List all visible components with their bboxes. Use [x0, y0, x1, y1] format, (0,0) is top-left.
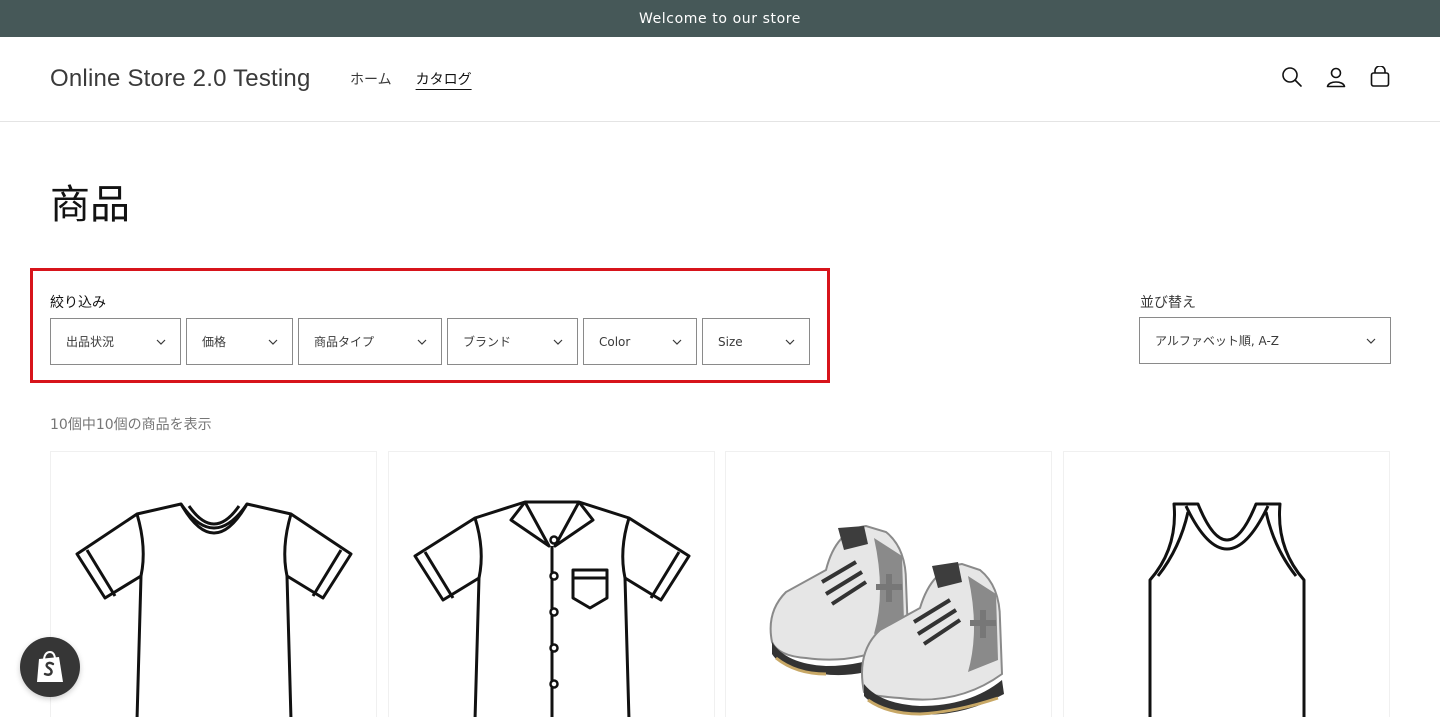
filter-price-label: 価格	[202, 335, 227, 349]
search-icon[interactable]	[1280, 65, 1304, 89]
nav-item-catalog[interactable]: カタログ	[416, 69, 472, 92]
filter-size[interactable]: Size	[702, 318, 810, 365]
filter-label: 絞り込み	[50, 295, 106, 311]
page-title: 商品	[50, 182, 130, 228]
sneakers-icon	[769, 524, 1004, 716]
chevron-down-icon	[417, 339, 427, 345]
filter-brand[interactable]: ブランド	[447, 318, 578, 365]
filter-availability[interactable]: 出品状況	[50, 318, 181, 365]
product-card[interactable]	[388, 451, 715, 717]
filter-color-label: Color	[599, 334, 631, 349]
product-card[interactable]	[725, 451, 1052, 717]
product-grid	[50, 451, 1390, 717]
chevron-down-icon	[156, 339, 166, 345]
shopify-bag-icon[interactable]	[20, 637, 80, 697]
v-neck-tshirt-icon	[75, 502, 353, 717]
sort-select[interactable]: アルファベット順, A-Z	[1139, 317, 1391, 364]
filter-bar: 出品状況 価格 商品タイプ ブランド Color Size	[50, 318, 810, 365]
site-header: Online Store 2.0 Testing ホーム カタログ	[0, 37, 1440, 122]
product-card[interactable]	[50, 451, 377, 717]
filter-color[interactable]: Color	[583, 318, 697, 365]
product-count: 10個中10個の商品を表示	[50, 417, 212, 433]
sort-selected-value: アルファベット順, A-Z	[1155, 334, 1280, 348]
chevron-down-icon	[268, 339, 278, 345]
sort-label: 並び替え	[1140, 295, 1196, 311]
store-logo[interactable]: Online Store 2.0 Testing	[50, 65, 311, 93]
filter-size-label: Size	[718, 334, 743, 349]
button-shirt-icon	[413, 500, 691, 717]
filter-brand-label: ブランド	[463, 335, 512, 349]
product-card[interactable]	[1063, 451, 1390, 717]
chevron-down-icon	[785, 339, 795, 345]
announcement-text: Welcome to our store	[638, 10, 802, 27]
announcement-bar: Welcome to our store	[0, 0, 1440, 37]
chevron-down-icon	[1366, 338, 1376, 344]
nav-item-home[interactable]: ホーム	[350, 69, 392, 92]
tank-top-icon	[1148, 502, 1306, 717]
filter-price[interactable]: 価格	[186, 318, 293, 365]
main-nav: ホーム カタログ	[350, 69, 472, 92]
cart-icon[interactable]	[1368, 65, 1392, 89]
filter-availability-label: 出品状況	[66, 335, 115, 349]
account-icon[interactable]	[1324, 65, 1348, 89]
chevron-down-icon	[553, 339, 563, 345]
filter-product-type[interactable]: 商品タイプ	[298, 318, 442, 365]
filter-product-type-label: 商品タイプ	[314, 335, 375, 349]
chevron-down-icon	[672, 339, 682, 345]
